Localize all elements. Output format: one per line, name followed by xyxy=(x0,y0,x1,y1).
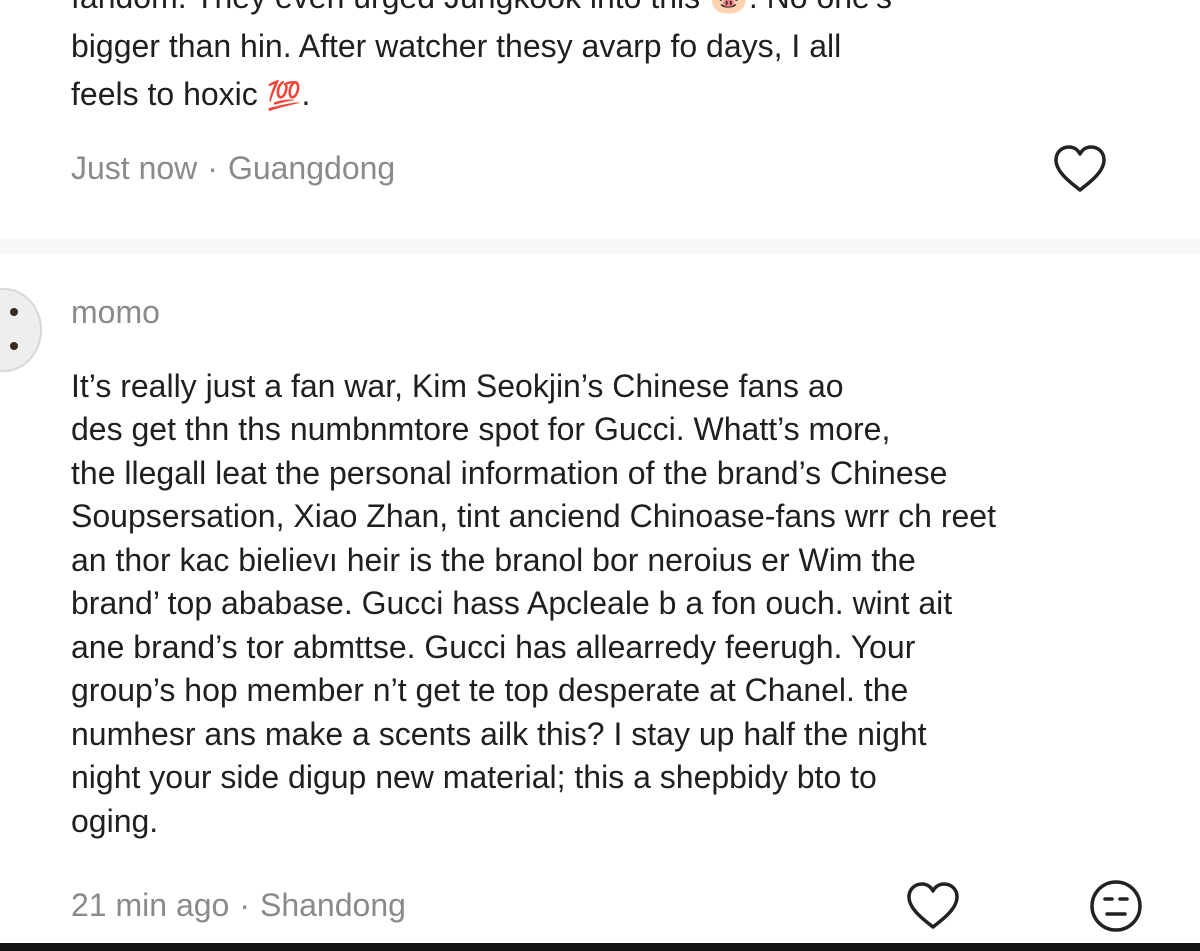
comment-line: feels to hoxic 💯. xyxy=(71,76,311,112)
timestamp: Just now xyxy=(71,150,198,186)
comment-line: an thor kac bielievı heir is the branol … xyxy=(71,542,916,578)
divider xyxy=(0,238,1200,254)
avatar-eye xyxy=(10,308,18,316)
comment-line: numhesr ans make a scents ailk this? I s… xyxy=(71,716,927,752)
comment-line: ane brand’s tor abmttse. Gucci has allea… xyxy=(71,629,916,665)
comment-line: night your side digup new material; this… xyxy=(71,759,877,795)
reaction-button[interactable] xyxy=(1088,878,1144,937)
comment-line: bigger than hin. After watcher thesy ava… xyxy=(71,28,842,64)
comment-line: fandom. They even urged Jungkook into th… xyxy=(71,0,892,20)
comment-line: It’s really just a fan war, Kim Seokjin’… xyxy=(71,368,844,404)
separator: · xyxy=(239,887,250,923)
like-button[interactable] xyxy=(1052,143,1108,198)
avatar[interactable] xyxy=(0,288,42,372)
comment-line: des get thn ths numbnmtore spot for Gucc… xyxy=(71,411,891,447)
separator: · xyxy=(207,150,218,186)
comment-meta: 21 min ago · Shandong xyxy=(71,887,406,924)
neutral-face-icon xyxy=(1090,880,1142,932)
heart-outline-icon xyxy=(907,882,959,929)
location: Shandong xyxy=(259,887,406,923)
like-button[interactable] xyxy=(905,880,961,935)
bottom-edge xyxy=(0,943,1200,951)
comment-line: brand’ top ababase. Gucci hass Apcleale … xyxy=(71,585,953,621)
location: Guangdong xyxy=(227,150,396,186)
emoji: 💯 xyxy=(266,80,302,111)
timestamp: 21 min ago xyxy=(71,887,230,923)
username[interactable]: momo xyxy=(71,294,160,331)
comment-line: oging. xyxy=(71,803,159,839)
comment-line: group’s hop member n’t get te top desper… xyxy=(71,672,909,708)
comment-line: the llegall leat the personal informatio… xyxy=(71,455,948,491)
comment-meta: Just now · Guangdong xyxy=(71,150,395,187)
comment-line: Soupsersation, Xiao Zhan, tint anciend C… xyxy=(71,498,996,534)
heart-outline-icon xyxy=(1054,145,1106,192)
avatar-eye xyxy=(10,342,18,350)
